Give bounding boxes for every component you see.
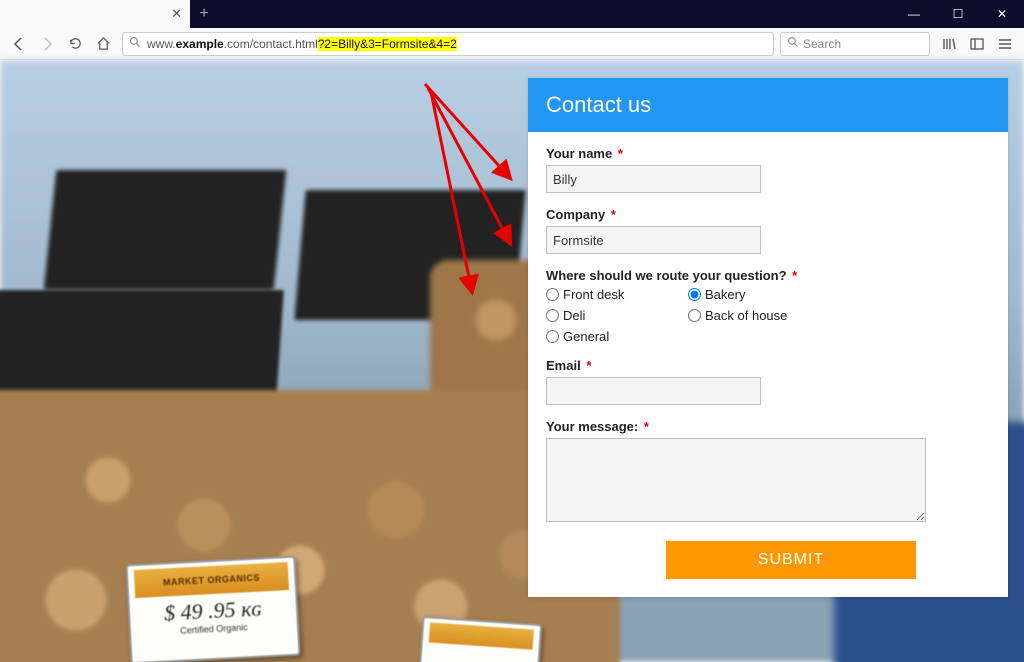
route-option-deli-label: Deli [563,308,585,323]
search-placeholder: Search [803,37,841,51]
forward-icon [39,36,55,52]
company-input[interactable] [546,226,761,254]
email-label: Email * [546,358,990,373]
browser-tab[interactable]: ✕ [0,0,190,28]
required-asterisk: * [611,207,616,222]
message-label-text: Your message: [546,419,638,434]
library-icon [941,36,957,52]
company-label-text: Company [546,207,605,222]
forward-button[interactable] [34,31,60,57]
price-sign-small [418,616,543,662]
email-label-text: Email [546,358,581,373]
minimize-button[interactable]: — [892,0,936,28]
minimize-icon: — [908,7,920,21]
search-icon [129,36,141,51]
sidebar-button[interactable] [964,31,990,57]
form-header: Contact us [528,78,1008,132]
back-icon [11,36,27,52]
close-button[interactable]: ✕ [980,0,1024,28]
route-option-back[interactable]: Back of house [688,308,808,323]
route-radio-group: Front desk Bakery Deli Back of house Gen… [546,287,826,344]
menu-button[interactable] [992,31,1018,57]
reload-icon [68,36,83,51]
close-icon[interactable]: ✕ [171,7,182,20]
route-radio-general[interactable] [546,330,559,343]
search-icon [787,36,799,51]
route-radio-bakery[interactable] [688,288,701,301]
maximize-icon: ☐ [953,7,964,21]
name-label-text: Your name [546,146,612,161]
route-label-text: Where should we route your question? [546,268,787,283]
name-input[interactable] [546,165,761,193]
route-radio-back[interactable] [688,309,701,322]
route-option-front[interactable]: Front desk [546,287,666,302]
url-prefix: www. [147,37,176,51]
url-bar[interactable]: www.example.com/contact.html?2=Billy&3=F… [122,32,774,56]
route-option-front-label: Front desk [563,287,624,302]
home-button[interactable] [90,31,116,57]
route-option-general-label: General [563,329,609,344]
route-option-bakery-label: Bakery [705,287,745,302]
url-suffix: .com/contact.html [224,37,318,51]
route-label: Where should we route your question? * [546,268,990,283]
route-option-deli[interactable]: Deli [546,308,666,323]
close-window-icon: ✕ [997,7,1007,21]
route-option-bakery[interactable]: Bakery [688,287,808,302]
name-label: Your name * [546,146,990,161]
window-controls: — ☐ ✕ [892,0,1024,28]
maximize-button[interactable]: ☐ [936,0,980,28]
route-option-general[interactable]: General [546,329,666,344]
route-option-back-label: Back of house [705,308,787,323]
library-button[interactable] [936,31,962,57]
required-asterisk: * [586,358,591,373]
message-label: Your message: * [546,419,990,434]
back-button[interactable] [6,31,32,57]
submit-button[interactable]: SUBMIT [666,541,916,579]
message-textarea[interactable] [546,438,926,522]
new-tab-button[interactable]: + [190,0,218,28]
reload-button[interactable] [62,31,88,57]
route-radio-deli[interactable] [546,309,559,322]
url-query-highlight: ?2=Billy&3=Formsite&4=2 [318,37,457,51]
search-bar[interactable]: Search [780,32,930,56]
required-asterisk: * [792,268,797,283]
home-icon [96,36,111,51]
price-sign: MARKET ORGANICS $ 49 .95 ᴋɢ Certified Or… [125,556,300,662]
page-content: MARKET ORGANICS $ 49 .95 ᴋɢ Certified Or… [0,60,1024,662]
required-asterisk: * [644,419,649,434]
sign-banner: MARKET ORGANICS [134,562,289,598]
required-asterisk: * [618,146,623,161]
browser-toolbar: www.example.com/contact.html?2=Billy&3=F… [0,28,1024,60]
sidebar-icon [969,36,985,52]
window-titlebar: ✕ + — ☐ ✕ [0,0,1024,28]
hamburger-icon [997,36,1013,52]
contact-form-panel: Contact us Your name * Company * Where s… [528,78,1008,597]
company-label: Company * [546,207,990,222]
email-input[interactable] [546,377,761,405]
url-domain: example [176,37,224,51]
plus-icon: + [199,5,208,23]
route-radio-front[interactable] [546,288,559,301]
